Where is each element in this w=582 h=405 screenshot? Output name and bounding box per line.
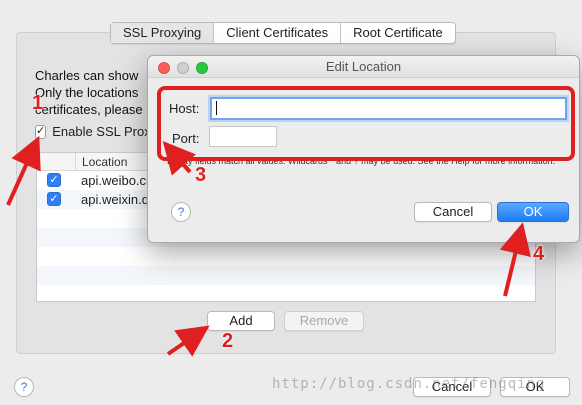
help-icon[interactable]: ? xyxy=(14,377,34,397)
dialog-title: Edit Location xyxy=(325,59,402,74)
annotation-number-2: 2 xyxy=(222,330,234,352)
row-checkbox[interactable]: ✓ xyxy=(47,173,61,187)
row-location: api.weibo.cn xyxy=(81,173,154,188)
tab-bar: SSL Proxying Client Certificates Root Ce… xyxy=(110,22,456,44)
remove-button[interactable]: Remove xyxy=(284,311,364,331)
dialog-ok-button[interactable]: OK xyxy=(497,202,569,222)
annotation-number-3: 3 xyxy=(195,164,207,186)
column-header-location[interactable]: Location xyxy=(75,153,127,171)
tab-client-certificates[interactable]: Client Certificates xyxy=(214,23,342,43)
list-empty-row xyxy=(37,266,535,285)
annotation-highlight-box xyxy=(157,86,575,161)
enable-ssl-label: Enable SSL Proxying xyxy=(52,124,155,139)
dialog-help-icon[interactable]: ? xyxy=(171,202,191,222)
description-line: certificates, please xyxy=(35,102,143,117)
tab-ssl-proxying[interactable]: SSL Proxying xyxy=(111,23,215,43)
annotation-number-1: 1 xyxy=(32,92,44,114)
ssl-description: Charles can show Only the locations cert… xyxy=(35,67,150,118)
enable-ssl-checkbox[interactable]: ✓ xyxy=(35,124,47,139)
description-line: Only the locations xyxy=(35,85,139,100)
watermark: http://blog.csdn.net/fengqing xyxy=(272,376,546,392)
annotation-number-4: 4 xyxy=(533,243,545,265)
dialog-cancel-button[interactable]: Cancel xyxy=(414,202,492,222)
description-line: Charles can show xyxy=(35,68,139,83)
tab-root-certificate[interactable]: Root Certificate xyxy=(341,23,455,43)
add-button[interactable]: Add xyxy=(207,311,275,331)
dialog-titlebar: Edit Location xyxy=(148,56,579,78)
list-empty-row xyxy=(37,247,535,266)
enable-ssl-row[interactable]: ✓ Enable SSL Proxying xyxy=(35,124,155,139)
row-checkbox[interactable]: ✓ xyxy=(47,192,61,206)
